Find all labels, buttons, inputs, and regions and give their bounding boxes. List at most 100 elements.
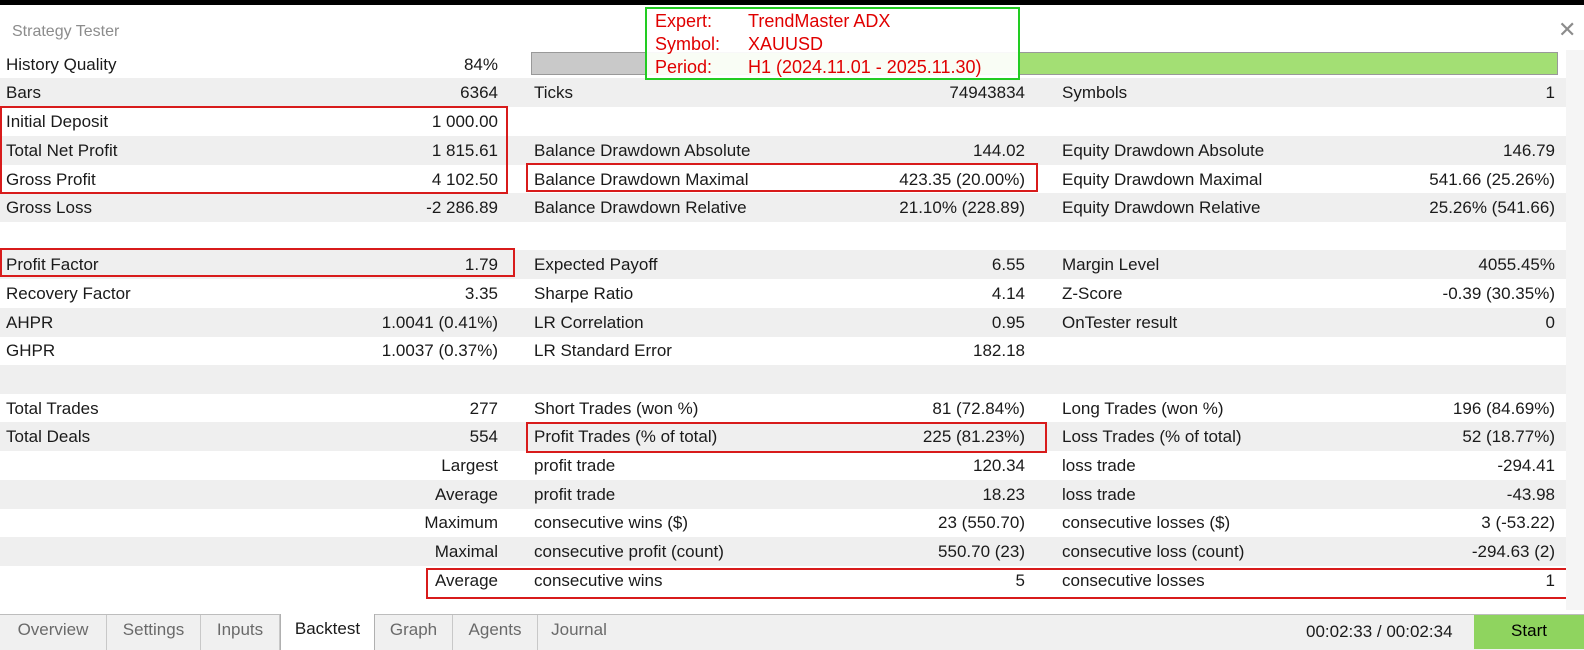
progress-grey bbox=[532, 53, 645, 74]
spacer-row bbox=[0, 365, 1566, 394]
table-row: AHPR 1.0041 (0.41%) LR Correlation 0.95 … bbox=[0, 308, 1566, 337]
row-label: Total Deals bbox=[6, 427, 91, 446]
highlight-box-average-consecutive bbox=[426, 568, 1584, 599]
row-label: Sharpe Ratio bbox=[534, 284, 634, 303]
symbol-label: Symbol: bbox=[655, 34, 721, 54]
row-value: 52 (18.77%) bbox=[1462, 427, 1555, 446]
row-value: 1 bbox=[1545, 83, 1555, 102]
period-value: H1 (2024.11.01 - 2025.11.30) bbox=[748, 57, 982, 77]
highlight-box-profit-trades bbox=[526, 422, 1047, 453]
row-label: consecutive losses ($) bbox=[1062, 513, 1231, 532]
history-quality-value: 84% bbox=[463, 55, 498, 74]
row-label: Maximal bbox=[434, 542, 498, 561]
row-label: OnTester result bbox=[1062, 313, 1178, 332]
row-label: profit trade bbox=[534, 485, 616, 504]
row-label: Symbols bbox=[1062, 83, 1128, 102]
window-title: Strategy Tester bbox=[12, 23, 120, 40]
row-value: 3.35 bbox=[464, 284, 498, 303]
expert-value: TrendMaster ADX bbox=[748, 11, 891, 31]
close-icon[interactable]: ✕ bbox=[1558, 19, 1576, 41]
spacer-row bbox=[0, 222, 1566, 251]
row-value: 6364 bbox=[460, 83, 498, 102]
row-value: 120.34 bbox=[973, 456, 1025, 475]
row-value: -294.63 (2) bbox=[1471, 542, 1555, 561]
elapsed-timer: 00:02:33 / 00:02:34 bbox=[1306, 622, 1453, 641]
row-value: 23 (550.70) bbox=[938, 513, 1025, 532]
row-label: Loss Trades (% of total) bbox=[1062, 427, 1242, 446]
row-value: -0.39 (30.35%) bbox=[1442, 284, 1555, 303]
row-label: profit trade bbox=[534, 456, 616, 475]
row-value: 144.02 bbox=[973, 141, 1025, 160]
tab-graph[interactable]: Graph bbox=[375, 615, 453, 650]
tab-overview[interactable]: Overview bbox=[0, 615, 107, 650]
row-label: Maximum bbox=[424, 513, 498, 532]
row-value: 541.66 (25.26%) bbox=[1429, 170, 1555, 189]
row-label: Equity Drawdown Absolute bbox=[1062, 141, 1265, 160]
row-label: consecutive profit (count) bbox=[534, 542, 724, 561]
row-label: Balance Drawdown Absolute bbox=[534, 141, 751, 160]
row-value: 0 bbox=[1545, 313, 1555, 332]
row-value: 182.18 bbox=[973, 341, 1025, 360]
table-row: Gross Loss -2 286.89 Balance Drawdown Re… bbox=[0, 193, 1566, 222]
row-label: Average bbox=[434, 485, 498, 504]
period-label: Period: bbox=[655, 57, 713, 77]
start-button[interactable]: Start bbox=[1474, 615, 1584, 649]
row-label: Balance Drawdown Relative bbox=[534, 198, 747, 217]
row-label: Z-Score bbox=[1062, 284, 1123, 303]
row-label: consecutive wins ($) bbox=[534, 513, 689, 532]
row-label: Bars bbox=[6, 83, 41, 102]
row-label: Equity Drawdown Maximal bbox=[1062, 170, 1263, 189]
tab-journal[interactable]: Journal bbox=[538, 615, 620, 650]
test-info-annotation: Expert: TrendMaster ADX Symbol: XAUUSD P… bbox=[645, 7, 1020, 80]
row-value: 3 (-53.22) bbox=[1481, 513, 1555, 532]
row-label: Ticks bbox=[534, 83, 574, 102]
tab-backtest[interactable]: Backtest bbox=[280, 614, 375, 650]
row-label: LR Correlation bbox=[534, 313, 644, 332]
row-value: 0.95 bbox=[991, 313, 1025, 332]
expert-label: Expert: bbox=[655, 11, 713, 31]
row-value: 18.23 bbox=[982, 485, 1025, 504]
row-label: Long Trades (won %) bbox=[1062, 399, 1224, 418]
highlight-box-balance-drawdown bbox=[526, 163, 1038, 192]
tab-agents[interactable]: Agents bbox=[453, 615, 538, 650]
tab-inputs[interactable]: Inputs bbox=[201, 615, 280, 650]
row-label: Total Trades bbox=[6, 399, 99, 418]
row-label: loss trade bbox=[1062, 456, 1136, 475]
row-value: 21.10% (228.89) bbox=[899, 198, 1025, 217]
table-row: GHPR 1.0037 (0.37%) LR Standard Error 18… bbox=[0, 336, 1566, 365]
row-label: Recovery Factor bbox=[6, 284, 131, 303]
table-row: Bars 6364 Ticks 74943834 Symbols 1 bbox=[0, 78, 1566, 107]
row-label: Gross Loss bbox=[6, 198, 92, 217]
symbol-value: XAUUSD bbox=[748, 34, 824, 54]
row-value: 4.14 bbox=[991, 284, 1025, 303]
row-label: Margin Level bbox=[1062, 255, 1160, 274]
table-row: Total Trades 277 Short Trades (won %) 81… bbox=[0, 394, 1566, 423]
highlight-box-profit-factor bbox=[0, 248, 515, 277]
row-value: 554 bbox=[469, 427, 498, 446]
row-value: 196 (84.69%) bbox=[1452, 399, 1555, 418]
highlight-box-deposit-profit bbox=[0, 106, 508, 194]
table-row: Average profit trade 18.23 loss trade -4… bbox=[0, 480, 1566, 509]
row-label: AHPR bbox=[6, 313, 54, 332]
row-label: LR Standard Error bbox=[534, 341, 672, 360]
row-value: 4055.45% bbox=[1478, 255, 1555, 274]
row-label: Largest bbox=[441, 456, 498, 475]
row-value: 25.26% (541.66) bbox=[1429, 198, 1555, 217]
table-row: Maximum consecutive wins ($) 23 (550.70)… bbox=[0, 508, 1566, 537]
row-value: 550.70 (23) bbox=[938, 542, 1025, 561]
row-value: -2 286.89 bbox=[426, 198, 498, 217]
vertical-scrollbar[interactable] bbox=[1566, 50, 1584, 610]
row-value: -43.98 bbox=[1506, 485, 1555, 504]
row-value: 74943834 bbox=[949, 83, 1025, 102]
row-label: Equity Drawdown Relative bbox=[1062, 198, 1261, 217]
table-row: Maximal consecutive profit (count) 550.7… bbox=[0, 537, 1566, 566]
row-label: GHPR bbox=[6, 341, 56, 360]
history-quality-label: History Quality bbox=[6, 55, 117, 74]
tab-settings[interactable]: Settings bbox=[107, 615, 201, 650]
table-row: Largest profit trade 120.34 loss trade -… bbox=[0, 451, 1566, 480]
row-value: 146.79 bbox=[1503, 141, 1555, 160]
row-value: 1.0041 (0.41%) bbox=[381, 313, 498, 332]
row-label: consecutive loss (count) bbox=[1062, 542, 1245, 561]
row-value: 81 (72.84%) bbox=[932, 399, 1025, 418]
row-label: Expected Payoff bbox=[534, 255, 658, 274]
